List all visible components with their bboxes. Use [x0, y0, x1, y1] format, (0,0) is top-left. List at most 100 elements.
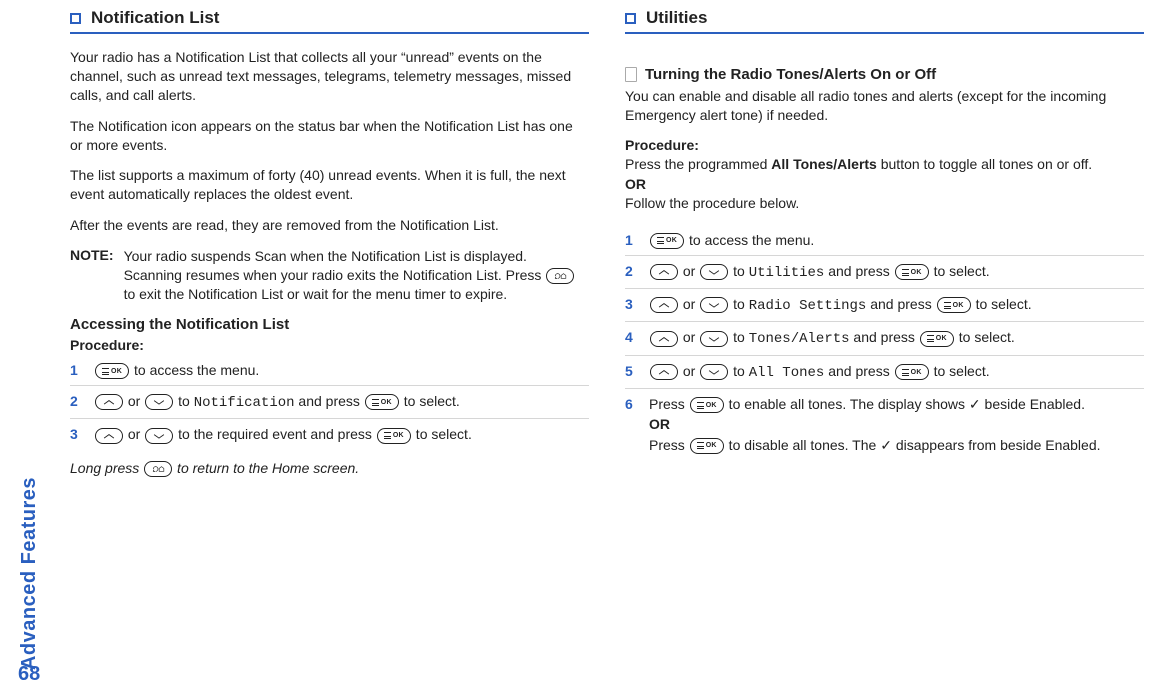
step-number: 4	[625, 327, 639, 347]
step-row: 2 or to Utilities and press OK to select…	[625, 256, 1144, 289]
checkmark-icon: ✓	[880, 437, 892, 453]
step-text: to access the menu.	[685, 232, 814, 248]
step-row: 1 OK to access the menu.	[70, 355, 589, 386]
square-bullet-icon	[625, 13, 636, 24]
text-or: or	[679, 329, 699, 345]
up-key-icon	[650, 264, 678, 280]
text-b: button to toggle all tones on or off.	[877, 156, 1092, 172]
step-body: or to Tones/Alerts and press OK to selec…	[649, 327, 1144, 349]
step-number: 1	[70, 360, 84, 380]
down-key-icon	[145, 394, 173, 410]
step-body: or to Utilities and press OK to select.	[649, 261, 1144, 283]
up-key-icon	[650, 364, 678, 380]
step-body: or to the required event and press OK to…	[94, 424, 589, 444]
menu-target: All Tones	[749, 365, 825, 381]
text-press: and press	[866, 296, 935, 312]
step-number: 2	[625, 261, 639, 281]
text-end: to select.	[400, 393, 460, 409]
up-key-icon	[650, 331, 678, 347]
left-column: Notification List Your radio has a Notif…	[70, 6, 589, 678]
step-number: 5	[625, 361, 639, 381]
text-to: to	[729, 263, 748, 279]
paragraph: Your radio has a Notification List that …	[70, 48, 589, 105]
or-label-inline: OR	[649, 416, 670, 432]
note-block: NOTE: Your radio suspends Scan when the …	[70, 247, 589, 304]
down-key-icon	[700, 264, 728, 280]
procedure-intro: Press the programmed All Tones/Alerts bu…	[625, 155, 1144, 174]
text-or: or	[679, 263, 699, 279]
section-heading-utilities: Utilities	[625, 8, 1144, 34]
up-key-icon	[650, 297, 678, 313]
procedure-steps-right: 1 OK to access the menu. 2 or to Utiliti…	[625, 225, 1144, 460]
menu-ok-key-icon: OK	[650, 233, 684, 249]
step-body: OK to access the menu.	[649, 230, 1144, 250]
text-end: to select.	[955, 329, 1015, 345]
menu-ok-key-icon: OK	[895, 364, 929, 380]
bold-label: All Tones/Alerts	[771, 156, 877, 172]
note-text-a: Your radio suspends Scan when the Notifi…	[124, 248, 546, 283]
step-body: OK to access the menu.	[94, 360, 589, 380]
footer-note: Long press to return to the Home screen.	[70, 460, 589, 477]
text-a: Press	[649, 396, 689, 412]
menu-target: Tones/Alerts	[749, 331, 850, 347]
procedure-follow: Follow the procedure below.	[625, 194, 1144, 213]
step-number: 3	[625, 294, 639, 314]
step-row: 6 Press OK to enable all tones. The disp…	[625, 389, 1144, 460]
menu-ok-key-icon: OK	[95, 363, 129, 379]
text-press: and press	[824, 363, 893, 379]
step-body: or to Notification and press OK to selec…	[94, 391, 589, 413]
text-end: to select.	[972, 296, 1032, 312]
step-body: or to Radio Settings and press OK to sel…	[649, 294, 1144, 316]
text-end: to select.	[412, 426, 472, 442]
text-or: or	[679, 363, 699, 379]
right-column: Utilities Turning the Radio Tones/Alerts…	[625, 6, 1144, 678]
menu-ok-key-icon: OK	[690, 438, 724, 454]
square-bullet-icon	[70, 13, 81, 24]
step-row: 3 or to the required event and press OK …	[70, 419, 589, 449]
text-to: to	[729, 363, 748, 379]
footer-b: to return to the Home screen.	[173, 460, 359, 476]
menu-target: Radio Settings	[749, 298, 867, 314]
up-key-icon	[95, 428, 123, 444]
paragraph: The list supports a maximum of forty (40…	[70, 166, 589, 204]
procedure-steps-left: 1 OK to access the menu. 2 or to Notific…	[70, 355, 589, 450]
down-key-icon	[700, 297, 728, 313]
text-to: to	[174, 393, 193, 409]
subheading-tones: Turning the Radio Tones/Alerts On or Off	[625, 66, 1144, 83]
menu-ok-key-icon: OK	[920, 331, 954, 347]
text-press: and press	[295, 393, 364, 409]
subheading-accessing: Accessing the Notification List	[70, 316, 589, 333]
note-body: Your radio suspends Scan when the Notifi…	[124, 247, 589, 304]
menu-ok-key-icon: OK	[690, 397, 724, 413]
note-label: NOTE:	[70, 247, 114, 304]
back-home-key-icon	[144, 461, 172, 477]
step-body: or to All Tones and press OK to select.	[649, 361, 1144, 383]
checkmark-icon: ✓	[969, 396, 981, 412]
step-row: 1 OK to access the menu.	[625, 225, 1144, 256]
text-or: or	[679, 296, 699, 312]
text-mid: to the required event and press	[174, 426, 376, 442]
step-text: to access the menu.	[130, 362, 259, 378]
step-row: 3 or to Radio Settings and press OK to s…	[625, 289, 1144, 322]
down-key-icon	[700, 364, 728, 380]
page-content: Notification List Your radio has a Notif…	[0, 0, 1164, 688]
text-e: to disable all tones. The	[725, 437, 880, 453]
procedure-label: Procedure:	[625, 137, 1144, 153]
text-f: disappears from beside Enabled.	[892, 437, 1101, 453]
menu-ok-key-icon: OK	[377, 428, 411, 444]
step-number: 3	[70, 424, 84, 444]
text-press: and press	[824, 263, 893, 279]
step-number: 2	[70, 391, 84, 411]
section-title: Utilities	[646, 8, 707, 28]
note-text-b: to exit the Notification List or wait fo…	[124, 286, 508, 302]
paragraph: You can enable and disable all radio ton…	[625, 87, 1144, 125]
text-or: or	[124, 426, 144, 442]
text-a: Press the programmed	[625, 156, 771, 172]
subheading-text: Turning the Radio Tones/Alerts On or Off	[645, 66, 936, 83]
footer-a: Long press	[70, 460, 143, 476]
menu-target: Notification	[194, 395, 295, 411]
menu-ok-key-icon: OK	[937, 297, 971, 313]
step-row: 2 or to Notification and press OK to sel…	[70, 386, 589, 419]
step-row: 5 or to All Tones and press OK to select…	[625, 356, 1144, 389]
step-row: 4 or to Tones/Alerts and press OK to sel…	[625, 322, 1144, 355]
